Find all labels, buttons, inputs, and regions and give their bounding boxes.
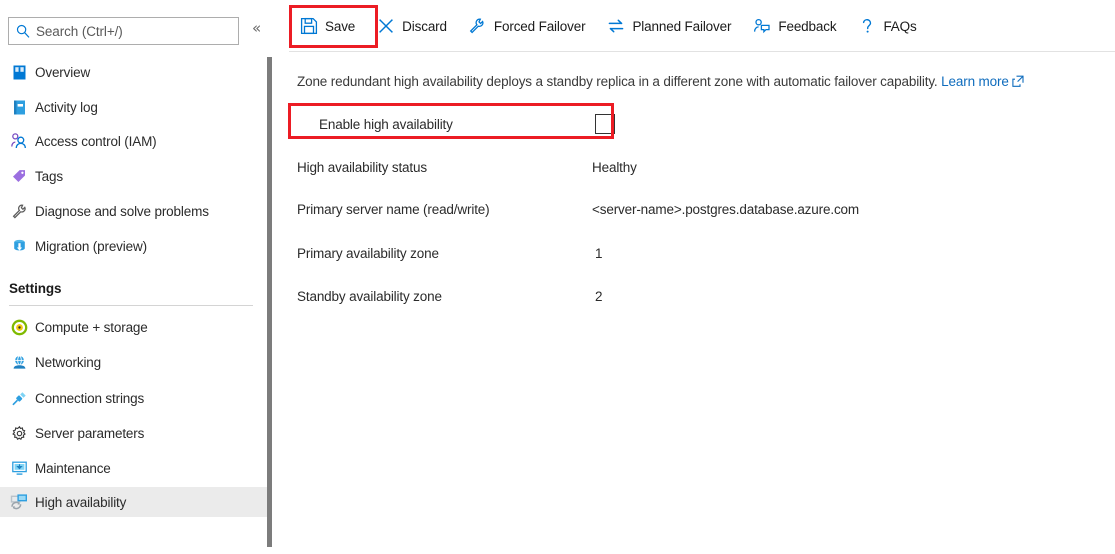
sidebar-item-activity-log[interactable]: Activity log: [0, 92, 270, 122]
sidebar-item-label: Migration (preview): [35, 238, 147, 254]
sidebar-item-server-parameters[interactable]: Server parameters: [0, 418, 270, 448]
high-availability-panel: Save Discard Forced Failover Planned Fai…: [276, 0, 1115, 554]
property-row-primary-zone: Primary availability zone 1: [297, 246, 1087, 266]
property-value: 1: [595, 246, 603, 261]
activity-log-icon: [10, 98, 28, 116]
wrench-icon: [468, 17, 487, 36]
property-label: Primary server name (read/write): [297, 202, 490, 217]
sidebar-item-label: Maintenance: [35, 460, 111, 476]
sidebar-item-label: Diagnose and solve problems: [35, 203, 209, 219]
tag-icon: [10, 167, 28, 185]
question-mark-icon: [857, 17, 876, 36]
settings-section-header: Settings: [9, 281, 62, 296]
property-label: Primary availability zone: [297, 246, 439, 261]
sidebar-item-maintenance[interactable]: Maintenance: [0, 453, 270, 483]
planned-failover-label: Planned Failover: [632, 18, 732, 34]
sidebar-item-label: Server parameters: [35, 425, 145, 441]
collapse-menu-icon[interactable]: «: [252, 21, 261, 36]
planned-failover-button[interactable]: Planned Failover: [596, 10, 742, 42]
faqs-label: FAQs: [883, 18, 917, 34]
panel-description: Zone redundant high availability deploys…: [297, 73, 1107, 91]
search-placeholder: Search (Ctrl+/): [36, 23, 123, 39]
sidebar-item-label: Overview: [35, 64, 91, 80]
faqs-button[interactable]: FAQs: [847, 10, 927, 42]
maintenance-icon: [10, 459, 28, 477]
wrench-icon: [10, 202, 28, 220]
sidebar-item-networking[interactable]: Networking: [0, 347, 270, 377]
save-label: Save: [325, 18, 356, 34]
sidebar-item-connection-strings[interactable]: Connection strings: [0, 383, 270, 413]
external-link-icon: [1012, 74, 1024, 91]
sidebar-item-label: Access control (IAM): [35, 133, 157, 149]
enable-high-availability-row[interactable]: Enable high availability: [297, 108, 623, 140]
discard-button[interactable]: Discard: [366, 10, 458, 42]
access-control-icon: [10, 132, 28, 150]
sidebar-item-diagnose[interactable]: Diagnose and solve problems: [0, 196, 270, 226]
property-value: Healthy: [592, 160, 637, 175]
discard-label: Discard: [402, 18, 447, 34]
command-toolbar: Save Discard Forced Failover Planned Fai…: [276, 0, 1115, 52]
swap-arrows-icon: [606, 17, 625, 36]
enable-high-availability-checkbox[interactable]: [595, 114, 615, 134]
sidebar-item-label: Compute + storage: [35, 319, 148, 335]
toolbar-divider: [289, 51, 1115, 52]
property-value: 2: [595, 289, 603, 304]
azure-portal-blade: Search (Ctrl+/) « Overview Activity log …: [0, 0, 1115, 554]
server-parameters-icon: [10, 424, 28, 442]
feedback-icon: [752, 17, 771, 36]
property-value: <server-name>.postgres.database.azure.co…: [592, 202, 859, 217]
sidebar-item-label: Networking: [35, 354, 102, 370]
overview-icon: [10, 63, 28, 81]
save-icon: [299, 17, 318, 36]
feedback-label: Feedback: [778, 18, 837, 34]
forced-failover-button[interactable]: Forced Failover: [458, 10, 597, 42]
feedback-button[interactable]: Feedback: [742, 10, 847, 42]
sidebar-item-high-availability[interactable]: High availability: [0, 487, 270, 517]
property-label: Standby availability zone: [297, 289, 442, 304]
compute-storage-icon: [10, 318, 28, 336]
property-label: High availability status: [297, 160, 427, 175]
sidebar-item-label: Activity log: [35, 99, 98, 115]
sidebar-item-overview[interactable]: Overview: [0, 57, 270, 87]
search-icon: [16, 24, 30, 38]
close-icon: [376, 17, 395, 36]
save-button[interactable]: Save: [289, 10, 366, 42]
property-row-ha-status: High availability status Healthy: [297, 160, 1087, 180]
sidebar-item-migration[interactable]: Migration (preview): [0, 231, 270, 261]
connection-strings-icon: [10, 389, 28, 407]
sidebar-item-label: Connection strings: [35, 390, 145, 406]
sidebar-item-compute-storage[interactable]: Compute + storage: [0, 312, 270, 342]
sidebar-item-label: Tags: [35, 168, 63, 184]
resource-menu-sidebar: Search (Ctrl+/) « Overview Activity log …: [0, 0, 272, 554]
settings-divider: [9, 305, 253, 306]
migration-icon: [10, 237, 28, 255]
search-input[interactable]: Search (Ctrl+/): [8, 17, 239, 45]
enable-high-availability-label: Enable high availability: [319, 116, 453, 132]
sidebar-scrollbar[interactable]: [267, 57, 272, 547]
property-row-primary-server-name: Primary server name (read/write) <server…: [297, 202, 1087, 222]
networking-icon: [10, 353, 28, 371]
learn-more-link[interactable]: Learn more: [941, 74, 1009, 89]
sidebar-item-tags[interactable]: Tags: [0, 161, 270, 191]
forced-failover-label: Forced Failover: [493, 18, 586, 34]
property-row-standby-zone: Standby availability zone 2: [297, 289, 1087, 309]
sidebar-item-label: High availability: [35, 494, 127, 510]
panel-description-text: Zone redundant high availability deploys…: [297, 74, 938, 89]
high-availability-icon: [10, 493, 28, 511]
sidebar-item-access-control[interactable]: Access control (IAM): [0, 126, 270, 156]
